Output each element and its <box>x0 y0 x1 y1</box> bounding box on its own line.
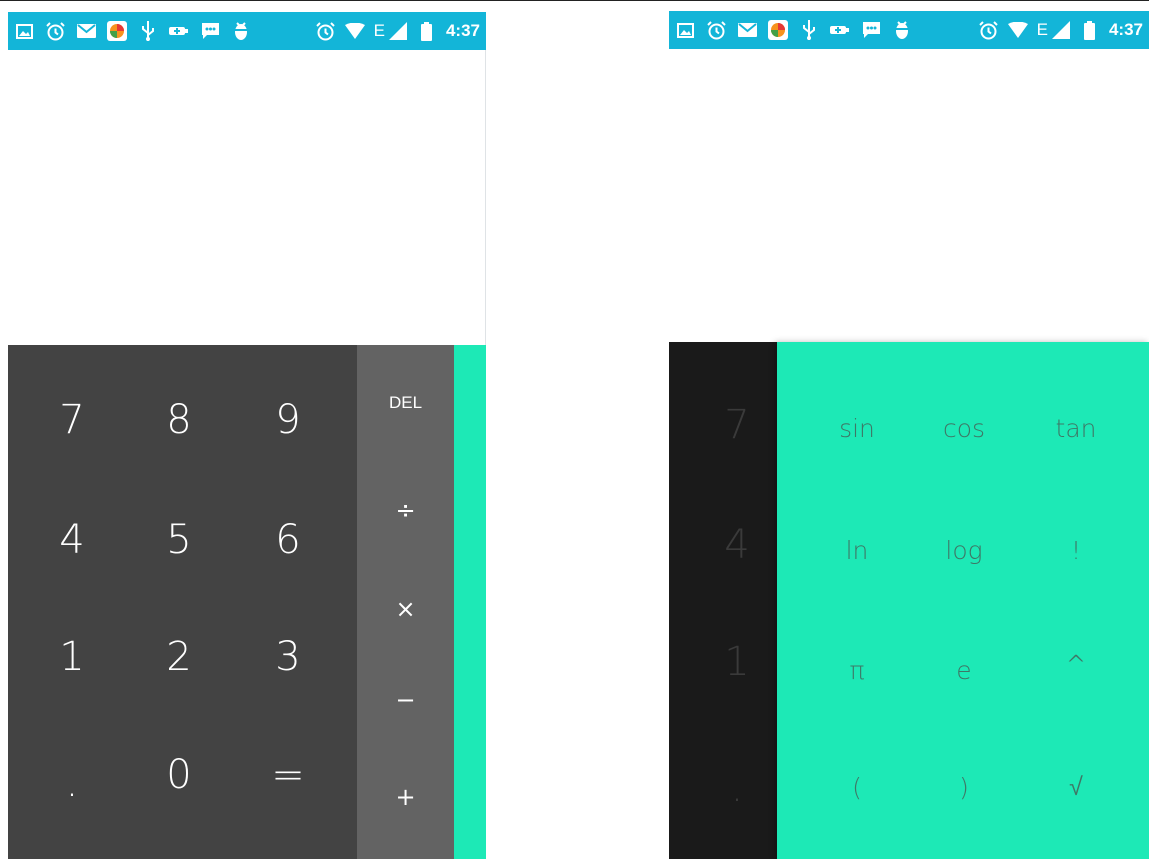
calculator-screen-advanced: E 4:37 7 4 1 . sin cos tan ln log ! π e … <box>669 11 1149 859</box>
key-multiply[interactable]: × <box>357 561 454 657</box>
status-bar: E 4:37 <box>8 12 486 50</box>
mail-icon <box>76 21 96 41</box>
numeric-keypad: 7 8 9 4 5 6 1 2 3 . 0 = <box>8 345 357 859</box>
key-8[interactable]: 8 <box>125 360 233 480</box>
top-border-line <box>0 0 1149 1</box>
message-icon <box>200 21 220 41</box>
key-power[interactable]: ^ <box>1021 604 1131 724</box>
key-open-paren[interactable]: ( <box>802 727 912 847</box>
key-subtract[interactable]: − <box>357 652 454 748</box>
numeric-keypad-dimmed: 7 4 1 . <box>669 342 777 859</box>
calculator-screen-basic: E 4:37 7 8 9 4 5 6 1 2 3 . 0 = DEL ÷ × −… <box>8 12 486 859</box>
key-e[interactable]: e <box>909 610 1019 730</box>
image-icon <box>14 21 34 41</box>
battery-icon <box>1080 20 1100 40</box>
advanced-panel-handle[interactable] <box>454 345 486 859</box>
display-edge <box>485 50 486 345</box>
signal-icon <box>388 21 408 41</box>
key-7[interactable]: 7 <box>18 360 126 480</box>
wifi-icon <box>344 21 365 41</box>
delete-button[interactable]: DEL <box>357 355 454 451</box>
key-cos[interactable]: cos <box>909 368 1019 488</box>
battery-saver-icon <box>169 21 189 41</box>
key-1: 1 <box>724 639 750 685</box>
mail-icon <box>737 20 757 40</box>
clock: 4:37 <box>445 21 480 40</box>
app-icon <box>107 21 127 41</box>
key-pi[interactable]: π <box>802 610 912 730</box>
key-3[interactable]: 3 <box>234 597 342 717</box>
battery-saver-icon <box>830 20 850 40</box>
key-decimal[interactable]: . <box>18 723 126 843</box>
message-icon <box>861 20 881 40</box>
image-icon <box>675 20 695 40</box>
notification-icons <box>14 21 251 41</box>
key-1[interactable]: 1 <box>18 597 126 717</box>
key-6[interactable]: 6 <box>234 480 342 600</box>
key-divide[interactable]: ÷ <box>357 462 454 558</box>
operator-pad: DEL ÷ × − + <box>357 345 454 859</box>
clock: 4:37 <box>1108 20 1143 39</box>
network-type: E <box>1036 20 1048 39</box>
key-2[interactable]: 2 <box>125 597 233 717</box>
key-9[interactable]: 9 <box>234 360 342 480</box>
result-display[interactable] <box>8 50 486 345</box>
network-type: E <box>373 21 385 40</box>
key-decimal: . <box>730 765 744 811</box>
android-debug-icon <box>892 20 912 40</box>
key-5[interactable]: 5 <box>125 480 233 600</box>
advanced-functions-panel: sin cos tan ln log ! π e ^ ( ) √ <box>777 342 1149 859</box>
key-add[interactable]: + <box>357 749 454 845</box>
key-equals[interactable]: = <box>234 715 342 835</box>
usb-icon <box>138 21 158 41</box>
notification-icons <box>675 20 912 40</box>
alarm-icon <box>979 20 999 40</box>
usb-icon <box>799 20 819 40</box>
android-debug-icon <box>231 21 251 41</box>
system-icons: E 4:37 <box>979 20 1143 40</box>
key-7: 7 <box>724 402 750 448</box>
key-log[interactable]: log <box>909 490 1019 610</box>
status-bar: E 4:37 <box>669 11 1149 49</box>
key-ln[interactable]: ln <box>802 490 912 610</box>
alarm-icon <box>45 21 65 41</box>
alarm-icon <box>316 21 336 41</box>
system-icons: E 4:37 <box>316 21 480 41</box>
key-sin[interactable]: sin <box>802 368 912 488</box>
wifi-icon <box>1007 20 1028 40</box>
alarm-icon <box>706 20 726 40</box>
key-0[interactable]: 0 <box>125 715 233 835</box>
key-sqrt[interactable]: √ <box>1021 727 1131 847</box>
key-4[interactable]: 4 <box>18 480 126 600</box>
key-close-paren[interactable]: ) <box>909 727 1019 847</box>
key-tan[interactable]: tan <box>1021 368 1131 488</box>
app-icon <box>768 20 788 40</box>
signal-icon <box>1051 20 1071 40</box>
result-display[interactable] <box>669 49 1149 343</box>
key-factorial[interactable]: ! <box>1021 490 1131 610</box>
battery-icon <box>417 21 437 41</box>
key-4: 4 <box>724 522 750 568</box>
